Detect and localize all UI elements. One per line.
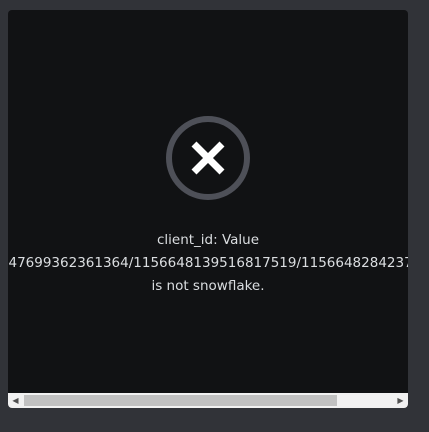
horizontal-scrollbar[interactable]: ◀ ▶ <box>8 393 408 408</box>
error-line-1: client_id: Value <box>156 232 260 248</box>
error-line-2: "1156647699362361364/1156648139516817519… <box>8 255 408 271</box>
scroll-right-arrow-icon[interactable]: ▶ <box>393 393 408 408</box>
error-message: client_id: Value "1156647699362361364/11… <box>8 229 408 298</box>
close-circle-icon <box>165 115 250 200</box>
scroll-left-arrow-icon[interactable]: ◀ <box>8 393 23 408</box>
error-line-3: is not snowflake. <box>151 278 265 294</box>
error-content: client_id: Value "1156647699362361364/11… <box>8 10 408 393</box>
scrollbar-thumb[interactable] <box>24 395 337 406</box>
error-modal: client_id: Value "1156647699362361364/11… <box>8 10 408 408</box>
